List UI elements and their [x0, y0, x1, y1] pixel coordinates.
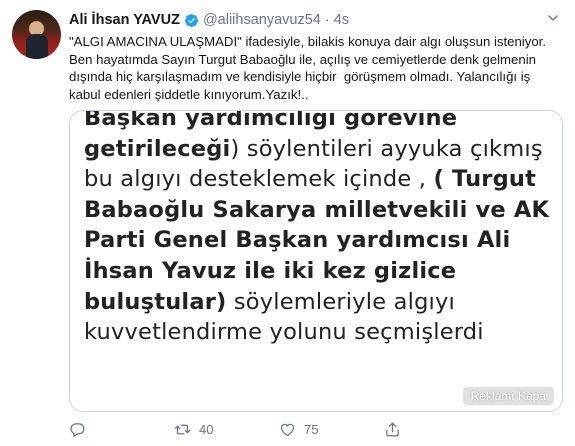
like-count: 75	[304, 421, 319, 437]
media-bold-text: buluştular)	[84, 288, 227, 315]
share-button[interactable]	[384, 420, 489, 438]
tweet[interactable]: Ali İhsan YAVUZ @aliihsanyavuz54 · 4s "A…	[0, 0, 575, 446]
avatar[interactable]	[12, 10, 61, 59]
share-icon	[386, 421, 399, 437]
media-text: söylemleriyle algıyı	[226, 288, 455, 315]
tweet-timestamp[interactable]: 4s	[334, 12, 349, 28]
media-line: Başkan yardımcılığı görevine	[84, 110, 458, 131]
media-bold-text: getirileceği	[84, 135, 231, 162]
tweet-media-image[interactable]: Başkan yardımcılığı görevine getirileceğ…	[69, 110, 563, 412]
reply-button[interactable]	[69, 420, 174, 438]
like-button[interactable]: 75	[279, 420, 384, 438]
media-text: bu algıyı desteklemek içinde ,	[84, 166, 434, 193]
media-line: bu algıyı desteklemek içinde , ( Turgut	[84, 164, 554, 195]
retweet-icon	[174, 424, 191, 434]
media-bold-text: ( Turgut	[433, 166, 537, 193]
media-line: kuvvetlendirme yolunu seçmişlerdi	[84, 319, 484, 346]
media-line: buluştular) söylemleriyle algıyı	[84, 287, 554, 318]
media-tag[interactable]: Reklamı Kapa	[462, 387, 554, 405]
separator-dot: ·	[324, 12, 330, 28]
tweet-header: Ali İhsan YAVUZ @aliihsanyavuz54 · 4s	[69, 11, 349, 29]
media-line: Babaoğlu Sakarya milletvekili ve AK	[84, 196, 550, 223]
retweet-count: 40	[199, 421, 214, 437]
media-text-block: Başkan yardımcılığı görevine getirileceğ…	[84, 110, 554, 348]
media-text: ) söylentileri ayyuka çıkmış	[230, 135, 543, 162]
author-handle[interactable]: @aliihsanyavuz54	[203, 12, 321, 28]
media-line: getirileceği) söylentileri ayyuka çıkmış	[84, 134, 554, 165]
media-line: Parti Genel Başkan yardımcısı Ali	[84, 227, 511, 254]
tweet-actions: 40 75	[69, 420, 489, 438]
like-icon	[280, 423, 295, 436]
tweet-text: "ALGI AMACINA ULAŞMADI" ifadesiyle, bila…	[69, 34, 550, 102]
retweet-button[interactable]: 40	[174, 420, 279, 438]
verified-badge-icon	[184, 13, 198, 27]
author-name[interactable]: Ali İhsan YAVUZ	[69, 12, 180, 28]
reply-icon	[70, 422, 85, 437]
media-line: İhsan Yavuz ile iki kez gizlice	[84, 257, 457, 284]
chevron-down-icon[interactable]	[545, 10, 561, 26]
